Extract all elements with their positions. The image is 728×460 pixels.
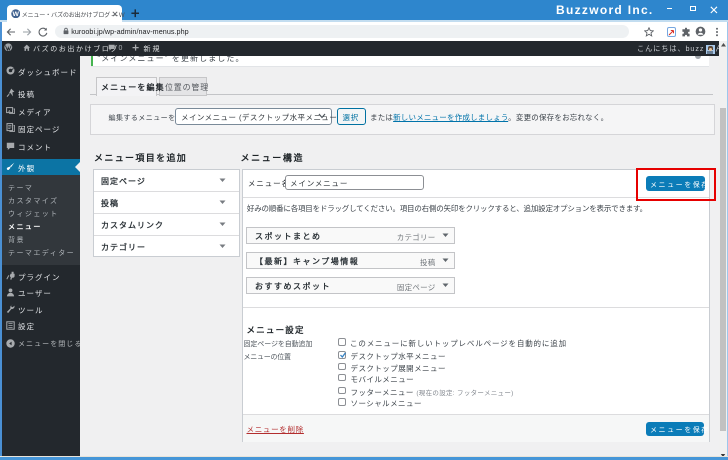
svg-text:W: W (12, 11, 19, 18)
